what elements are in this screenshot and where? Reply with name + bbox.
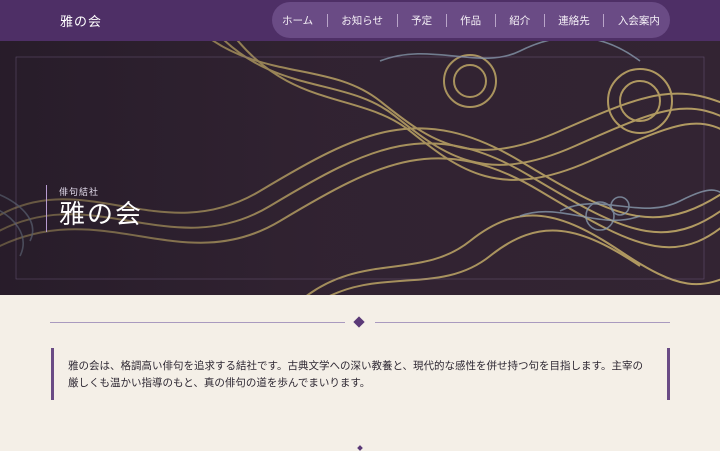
divider-line-left	[50, 322, 345, 323]
nav-separator	[396, 13, 398, 27]
nav-join[interactable]: 入会案内	[618, 13, 660, 28]
intro-text: 雅の会は、格調高い俳句を追求する結社です。古典文学への深い教養と、現代的な感性を…	[68, 360, 643, 389]
site-title[interactable]: 雅の会	[60, 11, 102, 30]
hero-caption: 俳句結社 雅の会	[46, 185, 143, 232]
intro-box: 雅の会は、格調高い俳句を追求する結社です。古典文学への深い教養と、現代的な感性を…	[51, 348, 670, 400]
hero-fabric-pattern	[0, 41, 720, 295]
diamond-ornament-icon	[353, 316, 365, 328]
nav-works[interactable]: 作品	[460, 13, 481, 28]
site-header: 雅の会 ホーム お知らせ 予定 作品 紹介 連絡先 入会案内	[0, 0, 720, 41]
hero-heading: 雅の会	[59, 200, 144, 230]
nav-separator	[445, 13, 447, 27]
divider-line-right	[375, 322, 670, 323]
nav-schedule[interactable]: 予定	[411, 13, 432, 28]
nav-about[interactable]: 紹介	[509, 13, 530, 28]
nav-home[interactable]: ホーム	[282, 13, 313, 28]
nav-contact[interactable]: 連絡先	[558, 13, 590, 28]
nav-separator	[494, 13, 496, 27]
nav-news[interactable]: お知らせ	[341, 13, 383, 28]
nav-separator	[326, 13, 328, 27]
hero-banner: 俳句結社 雅の会	[0, 41, 720, 295]
nav-separator	[543, 13, 545, 27]
hero-kicker: 俳句結社	[59, 188, 100, 198]
main-nav: ホーム お知らせ 予定 作品 紹介 連絡先 入会案内	[272, 2, 670, 38]
nav-separator	[603, 13, 605, 27]
